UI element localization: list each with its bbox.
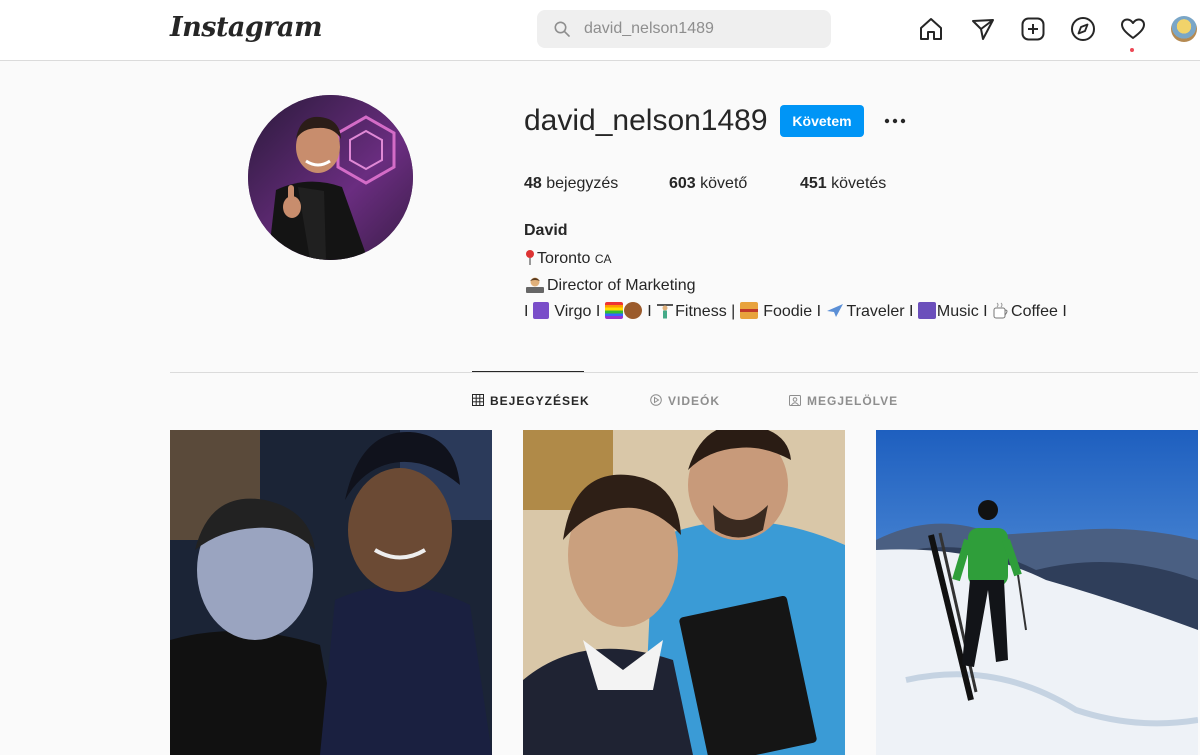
posts-label: bejegyzés: [546, 175, 619, 192]
office-worker-icon: [524, 276, 546, 293]
followers-label: követő: [700, 175, 748, 192]
bio-foodie: Foodie I: [763, 303, 822, 320]
bio-location: Toronto: [537, 250, 591, 267]
following-count: 451: [800, 175, 827, 192]
bio-fitness: Fitness |: [675, 303, 736, 320]
bio-separator-2: I: [647, 303, 652, 320]
tab-tagged[interactable]: MEGJELÖLVE: [789, 394, 898, 408]
tab-videos-label: VIDEÓK: [668, 394, 721, 408]
following-label: követés: [831, 175, 887, 192]
home-icon[interactable]: [917, 15, 945, 43]
direct-icon[interactable]: [969, 15, 997, 43]
bio-line-location: Toronto CA: [524, 249, 612, 268]
tab-videos[interactable]: VIDEÓK: [650, 394, 720, 408]
post-thumbnail[interactable]: [170, 430, 492, 755]
video-icon: [650, 394, 662, 406]
virgo-icon: [532, 302, 549, 319]
tabs-divider: [170, 372, 1198, 373]
bio-coffee: Coffee I: [1011, 303, 1067, 320]
post-thumbnail[interactable]: [876, 430, 1198, 755]
new-post-icon[interactable]: [1019, 15, 1047, 43]
tagged-icon: [789, 394, 801, 406]
music-icon: [917, 302, 936, 319]
weightlifter-icon: [656, 302, 674, 319]
bio-line-interests: I Virgo I I Fitness | Foodie I Traveler …: [524, 302, 1067, 321]
instagram-logo[interactable]: Instagram: [170, 12, 323, 43]
search-icon: [554, 21, 570, 37]
bio-line-job: Director of Marketing: [524, 276, 696, 295]
search-box[interactable]: [537, 10, 831, 48]
notification-dot: [1130, 48, 1134, 52]
search-input[interactable]: [584, 10, 814, 48]
profile-full-name: David: [524, 222, 568, 239]
bento-icon: [739, 302, 758, 319]
bio-traveler: Traveler I: [846, 303, 914, 320]
followers-count: 603: [669, 175, 696, 192]
activity-heart-icon[interactable]: [1119, 15, 1147, 43]
posts-count: 48: [524, 175, 542, 192]
bio-job: Director of Marketing: [547, 277, 696, 294]
profile-username: david_nelson1489: [524, 104, 768, 137]
posts-stat: 48 bejegyzés: [524, 175, 618, 193]
bio-location-country: CA: [594, 252, 612, 266]
profile-avatar[interactable]: [1171, 16, 1197, 42]
active-tab-indicator: [472, 371, 584, 372]
profile-picture[interactable]: [248, 95, 413, 260]
followers-stat[interactable]: 603 követő: [669, 175, 747, 193]
coffee-icon: [992, 302, 1010, 319]
following-stat[interactable]: 451 követés: [800, 175, 886, 193]
following-button[interactable]: Követem: [780, 105, 864, 137]
bio-music: Music I: [936, 303, 988, 320]
explore-icon[interactable]: [1069, 15, 1097, 43]
top-nav: Instagram: [0, 0, 1200, 61]
tab-posts[interactable]: BEJEGYZÉSEK: [472, 394, 590, 408]
post-thumbnail[interactable]: [523, 430, 845, 755]
grid-icon: [472, 394, 484, 406]
bear-icon: [623, 302, 642, 319]
rainbow-flag-icon: [604, 302, 623, 319]
pin-icon: [524, 249, 536, 266]
bio-virgo: Virgo I: [554, 303, 601, 320]
tab-tagged-label: MEGJELÖLVE: [807, 394, 899, 408]
airplane-icon: [825, 302, 845, 319]
tab-posts-label: BEJEGYZÉSEK: [490, 394, 590, 408]
bio-separator: I: [524, 303, 529, 320]
more-options-icon[interactable]: [880, 108, 910, 134]
